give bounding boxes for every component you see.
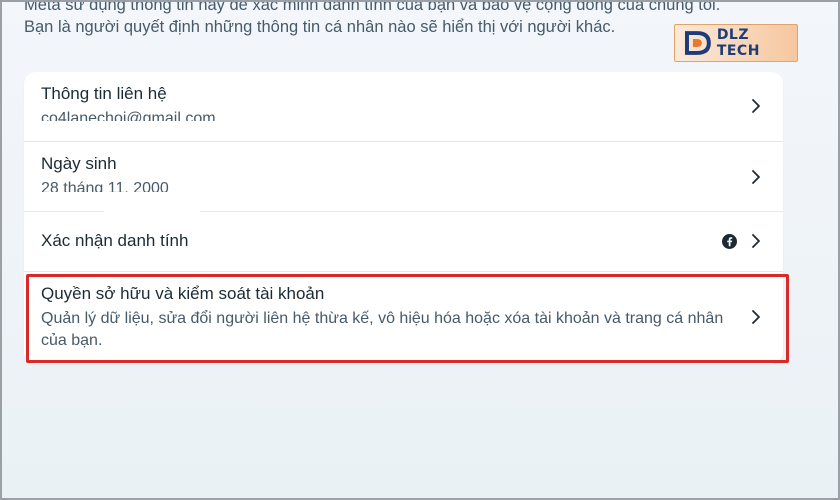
row-birthday-value: 28 tháng 11, 2000 bbox=[41, 180, 169, 192]
row-contact-info[interactable]: Thông tin liên hệ co4lanechoi@gmail.com bbox=[24, 72, 783, 142]
intro-line-2: Bạn là người quyết định những thông tin … bbox=[24, 18, 616, 36]
dlz-logo-icon bbox=[684, 31, 711, 55]
row-contact-info-title: Thông tin liên hệ bbox=[41, 84, 167, 103]
row-identity-confirmation-title: Xác nhận danh tính bbox=[41, 231, 189, 250]
dlz-tech-watermark-logo: DLZ TECH bbox=[674, 24, 798, 62]
row-contact-info-value: co4lanechoi@gmail.com bbox=[41, 110, 216, 121]
intro-line-1: Meta sử dụng thông tin này để xác minh d… bbox=[24, 0, 721, 14]
chevron-right-icon bbox=[752, 170, 760, 184]
row-birthday-title: Ngày sinh bbox=[41, 154, 117, 173]
highlight-box bbox=[26, 274, 789, 363]
facebook-icon bbox=[722, 234, 737, 249]
intro-text: Meta sử dụng thông tin này để xác minh d… bbox=[24, 0, 784, 38]
chevron-right-icon bbox=[752, 234, 760, 248]
row-identity-confirmation[interactable]: Xác nhận danh tính bbox=[24, 212, 783, 272]
watermark-brand-text: DLZ TECH bbox=[716, 27, 760, 59]
chevron-right-icon bbox=[752, 99, 760, 113]
